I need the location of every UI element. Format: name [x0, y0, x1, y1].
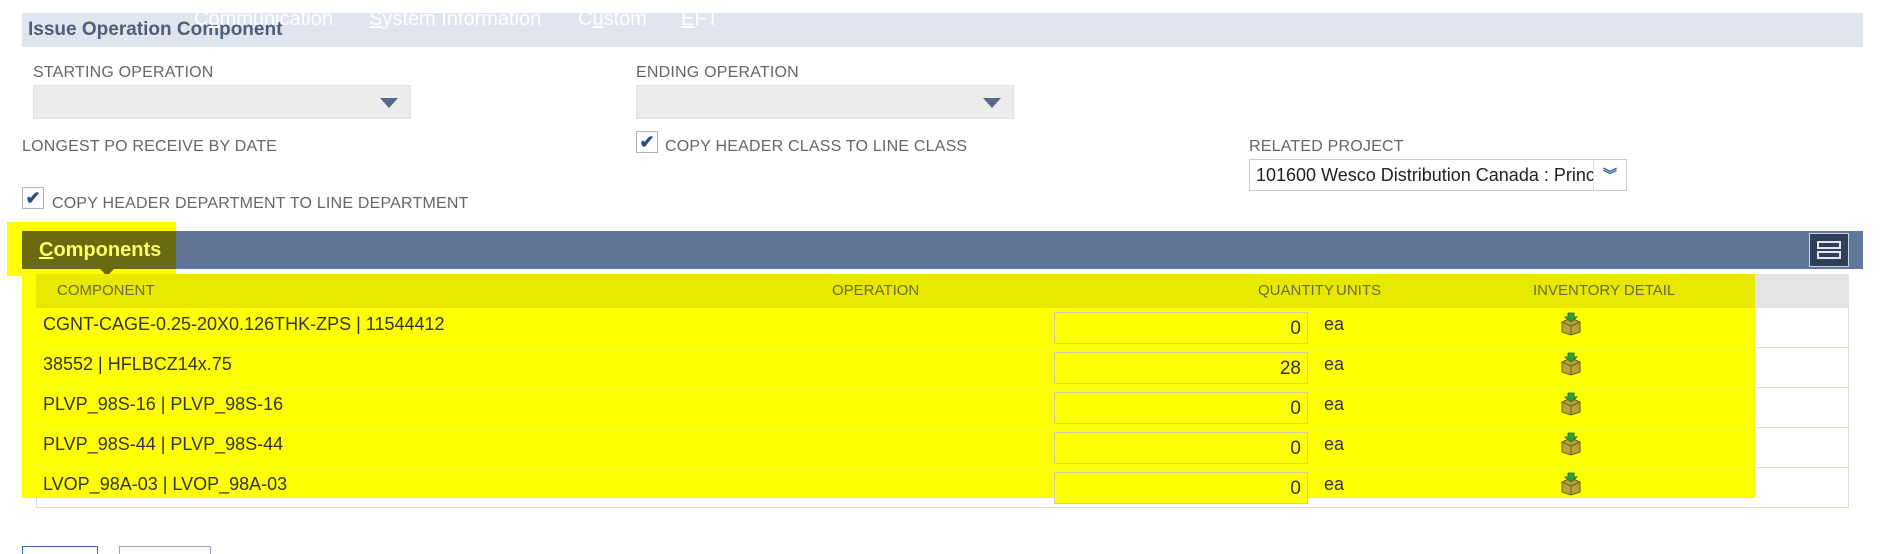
tab-bar [22, 231, 1863, 269]
units-cell: ea [1324, 314, 1345, 334]
component-cell[interactable]: LVOP_98A-03 | LVOP_98A-03 [43, 474, 287, 495]
tab-label-communication: Communication [194, 7, 333, 30]
column-header-inventory-detail: INVENTORY DETAIL [1533, 282, 1676, 299]
component-cell[interactable]: 38552 | HFLBCZ14x.75 [43, 354, 232, 375]
component-cell[interactable]: PLVP_98S-44 | PLVP_98S-44 [43, 434, 283, 455]
tab-label-custom: Custom [578, 7, 647, 30]
tab-eft[interactable]: EFT [681, 0, 719, 38]
quantity-input[interactable]: 0 [1054, 472, 1308, 504]
inventory-detail-icon[interactable] [1560, 312, 1582, 336]
inventory-detail-icon[interactable] [1560, 352, 1582, 376]
inventory-detail-icon[interactable] [1560, 432, 1582, 456]
quantity-input[interactable]: 0 [1054, 312, 1308, 344]
cancel-button[interactable] [119, 546, 211, 554]
ending-operation-select[interactable] [636, 85, 1014, 119]
related-project-value: 101600 Wesco Distribution Canada : Princ [1256, 164, 1595, 185]
related-project-label: RELATED PROJECT [1249, 138, 1404, 155]
quantity-input[interactable]: 28 [1054, 352, 1308, 384]
column-header-operation: OPERATION [832, 282, 920, 299]
tab-custom[interactable]: Custom [578, 0, 647, 38]
checkmark-icon: ✔ [639, 132, 655, 152]
layout-toggle-button[interactable] [1809, 233, 1849, 267]
inventory-detail-icon[interactable] [1560, 392, 1582, 416]
chevron-down-icon [380, 98, 398, 108]
copy-department-label: COPY HEADER DEPARTMENT TO LINE DEPARTMEN… [52, 195, 469, 212]
units-cell: ea [1324, 474, 1345, 494]
units-cell: ea [1324, 434, 1345, 454]
table-row: PLVP_98S-16 | PLVP_98S-16 0 ea [36, 388, 1849, 428]
row-divider [36, 507, 1849, 508]
table-row: LVOP_98A-03 | LVOP_98A-03 0 ea [36, 468, 1849, 508]
quantity-input[interactable]: 0 [1054, 432, 1308, 464]
table-row: CGNT-CAGE-0.25-20X0.126THK-ZPS | 1154441… [36, 308, 1849, 348]
tab-label-components: Components [39, 238, 162, 261]
copy-class-checkbox[interactable]: ✔ [636, 131, 658, 153]
chevron-down-icon [983, 98, 1001, 108]
layout-icon-bottom [1817, 251, 1841, 259]
table-row: PLVP_98S-44 | PLVP_98S-44 0 ea [36, 428, 1849, 468]
starting-operation-select[interactable] [33, 85, 411, 119]
double-chevron-down-icon[interactable]: ︾ [1593, 160, 1626, 190]
starting-operation-label: STARTING OPERATION [33, 64, 214, 81]
tab-label-eft: EFT [681, 7, 719, 30]
tab-communication[interactable]: Communication [194, 0, 333, 38]
units-cell: ea [1324, 394, 1345, 414]
longest-po-receive-label: LONGEST PO RECEIVE BY DATE [22, 138, 278, 155]
component-cell[interactable]: CGNT-CAGE-0.25-20X0.126THK-ZPS | 1154441… [43, 314, 445, 335]
inventory-detail-icon[interactable] [1560, 472, 1582, 496]
layout-icon-top [1817, 241, 1841, 249]
checkmark-icon: ✔ [25, 188, 41, 208]
tab-components[interactable]: Components [22, 231, 176, 269]
tab-system-information[interactable]: System Information [369, 0, 541, 38]
copy-class-label: COPY HEADER CLASS TO LINE CLASS [665, 138, 968, 155]
component-cell[interactable]: PLVP_98S-16 | PLVP_98S-16 [43, 394, 283, 415]
tab-label-system-information: System Information [369, 7, 542, 30]
column-header-component: COMPONENT [57, 282, 155, 299]
table-row: 38552 | HFLBCZ14x.75 28 ea [36, 348, 1849, 388]
column-header-units: UNITS [1336, 282, 1381, 299]
save-button[interactable] [22, 546, 98, 554]
column-header-quantity: QUANTITY [1258, 282, 1334, 299]
units-cell: ea [1324, 354, 1345, 374]
related-project-select[interactable]: 101600 Wesco Distribution Canada : Princ… [1249, 159, 1627, 191]
quantity-input[interactable]: 0 [1054, 392, 1308, 424]
copy-department-checkbox[interactable]: ✔ [22, 187, 44, 209]
ending-operation-label: ENDING OPERATION [636, 64, 799, 81]
